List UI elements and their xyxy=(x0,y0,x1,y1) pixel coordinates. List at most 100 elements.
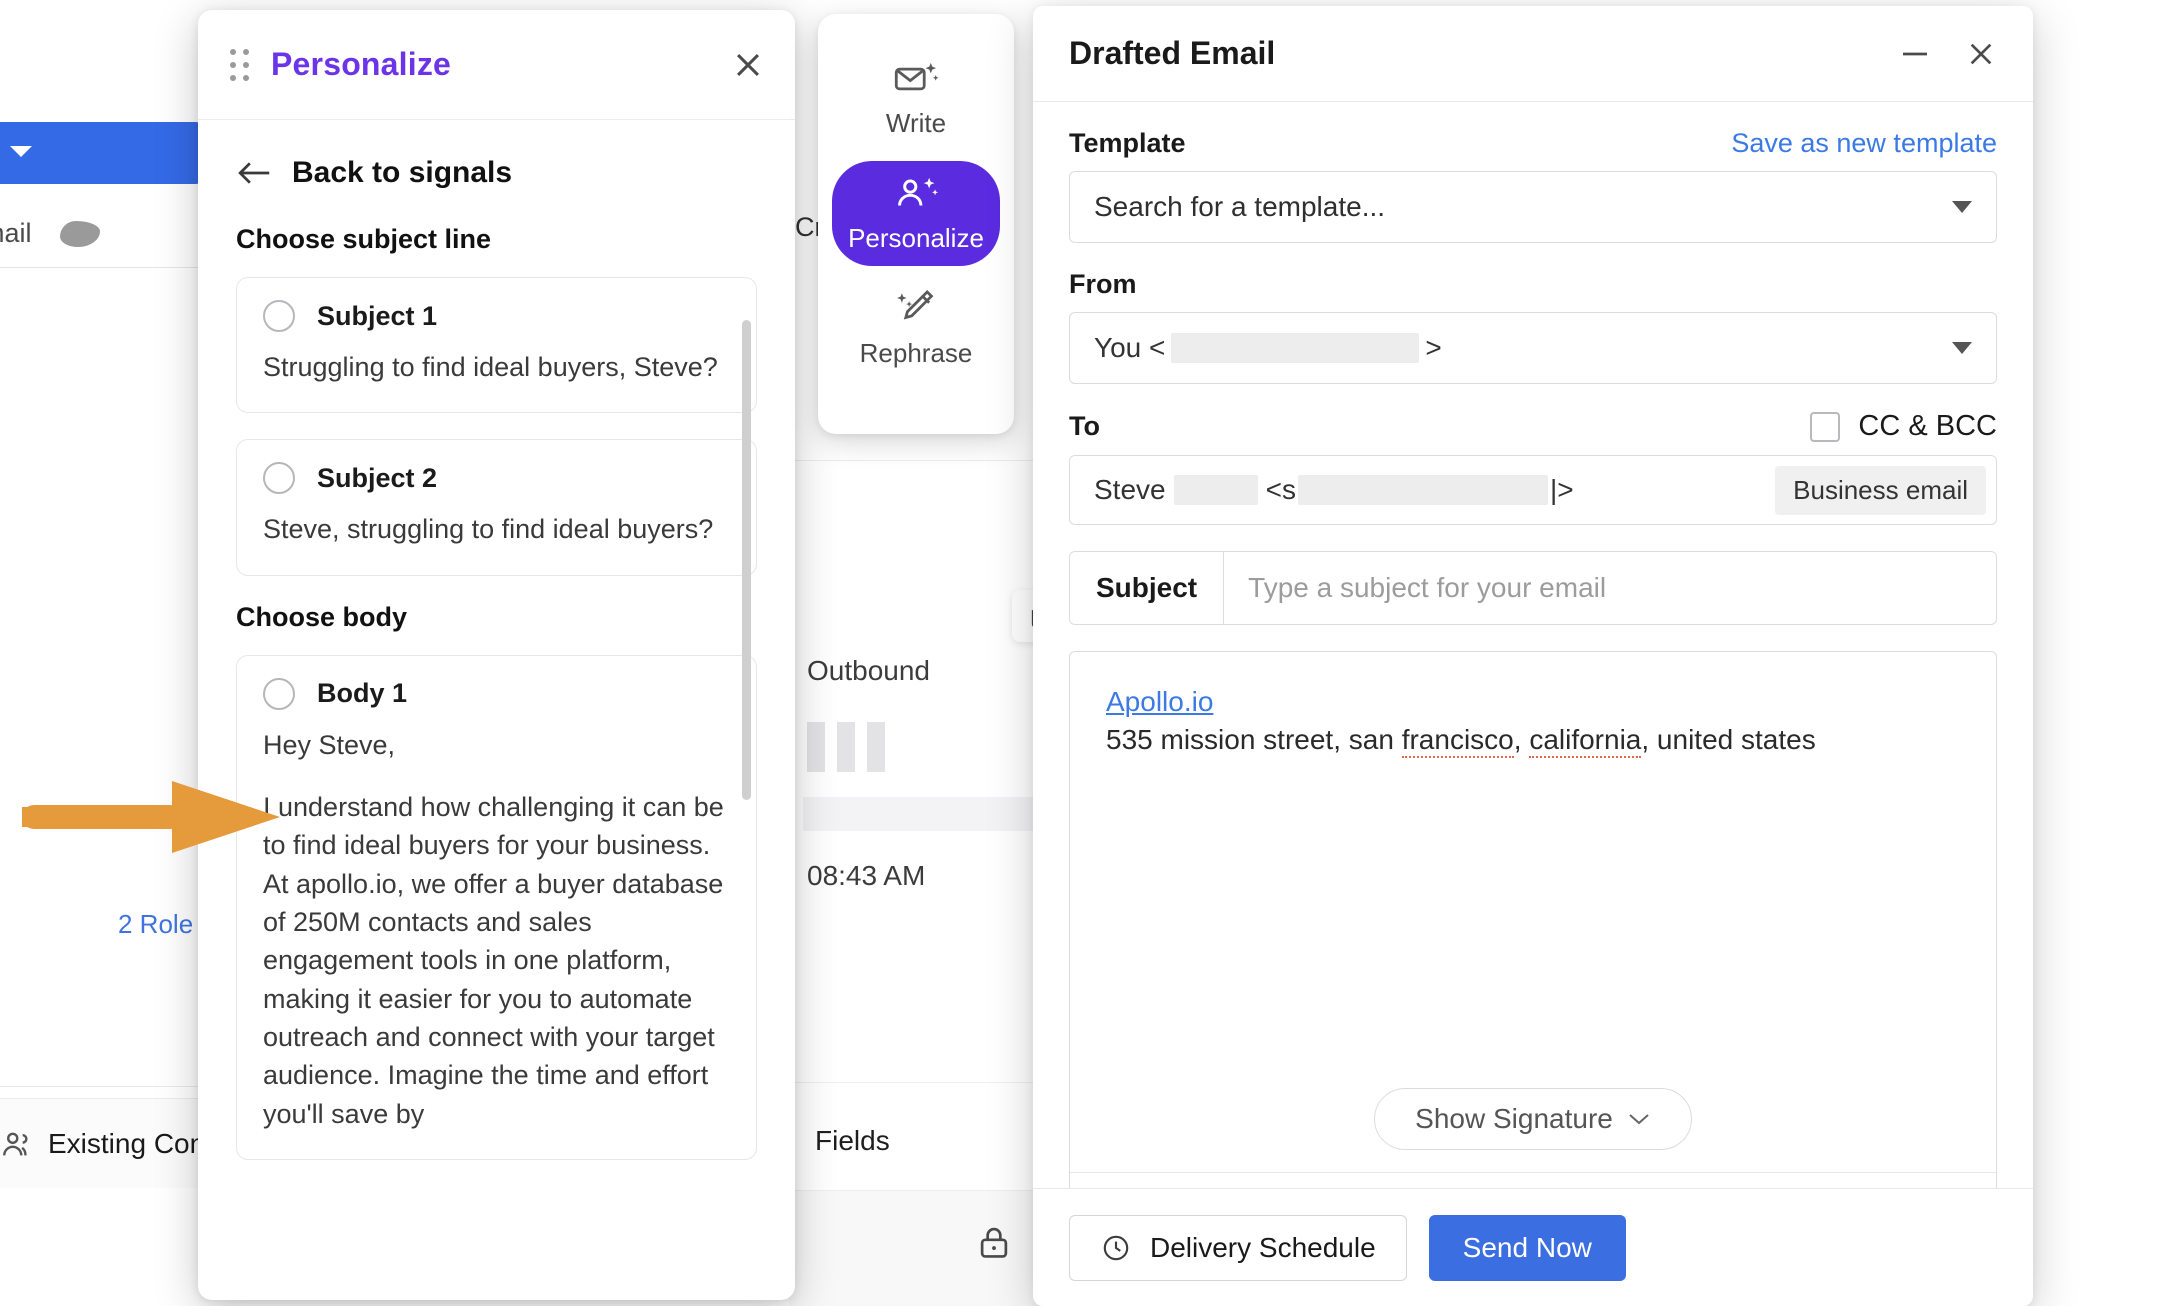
signature-address-part1: 535 mission street, san xyxy=(1106,724,1402,755)
to-email-open: <s xyxy=(1265,474,1296,505)
choose-subject-label: Choose subject line xyxy=(236,224,492,254)
to-recipient-name: Steve xyxy=(1094,474,1166,505)
drafted-email-header: Drafted Email xyxy=(1033,6,2033,102)
people-icon xyxy=(3,1132,28,1155)
minimize-icon[interactable] xyxy=(1899,45,1931,63)
signature-address: 535 mission street, san francisco, calif… xyxy=(1106,724,1960,758)
back-to-signals-button[interactable]: Back to signals xyxy=(236,156,757,190)
ai-rephrase-button[interactable]: Rephrase xyxy=(832,276,1000,381)
close-icon[interactable] xyxy=(1965,38,1997,70)
drag-handle-icon[interactable] xyxy=(230,48,249,81)
from-value-prefix: You < xyxy=(1094,332,1166,363)
email-editor-content[interactable]: Apollo.io 535 mission street, san franci… xyxy=(1070,652,1996,1088)
background-time-label: 08:43 AM xyxy=(807,860,926,891)
drafted-email-footer: Delivery Schedule Send Now xyxy=(1033,1188,2033,1306)
apollo-signature-link[interactable]: Apollo.io xyxy=(1106,686,1213,718)
background-primary-button[interactable] xyxy=(0,122,200,184)
background-mail-row: mail xyxy=(0,200,206,268)
chevron-down-icon xyxy=(1952,201,1972,213)
divider xyxy=(0,1086,220,1087)
signature-address-part3: , united states xyxy=(1641,724,1816,755)
clock-icon xyxy=(1103,1235,1129,1260)
cc-bcc-toggle[interactable]: CC & BCC xyxy=(1810,410,1997,443)
subject-option-header: Subject 2 xyxy=(263,462,730,495)
body-paragraph: I understand how challenging it can be t… xyxy=(263,791,724,1129)
from-label: From xyxy=(1069,269,1137,299)
to-label: To xyxy=(1069,411,1100,441)
show-signature-label: Show Signature xyxy=(1415,1103,1613,1134)
close-icon-glyph xyxy=(736,53,760,76)
subject-input[interactable]: Type a subject for your email xyxy=(1224,552,1996,624)
send-now-button[interactable]: Send Now xyxy=(1428,1214,1626,1281)
from-value-suffix: > xyxy=(1425,332,1442,363)
background-skeleton-bars xyxy=(807,722,885,772)
chevron-down-icon xyxy=(1629,1114,1649,1125)
redacted-to-email xyxy=(1297,475,1548,505)
ai-write-label: Write xyxy=(885,108,947,138)
radio-button[interactable] xyxy=(263,677,295,710)
mail-sparkle-icon xyxy=(894,62,939,91)
radio-button[interactable] xyxy=(263,300,295,332)
save-as-new-template-link[interactable]: Save as new template xyxy=(1731,128,1997,159)
scrollbar-thumb[interactable] xyxy=(742,320,751,800)
show-signature-button[interactable]: Show Signature xyxy=(1374,1088,1692,1150)
ai-personalize-button[interactable]: Personalize xyxy=(832,161,1000,266)
close-icon[interactable] xyxy=(731,48,765,82)
personalize-body: Back to signals Choose subject line Subj… xyxy=(198,120,795,1300)
background-fields-label: Fields xyxy=(815,1125,890,1156)
background-existing-contacts[interactable]: Existing Con xyxy=(0,1098,220,1188)
background-mail-label: mail xyxy=(0,218,32,248)
window-controls xyxy=(1899,38,1997,70)
show-signature-row: Show Signature xyxy=(1070,1088,1996,1172)
radio-button[interactable] xyxy=(263,462,295,495)
lock-icon xyxy=(980,1227,1008,1258)
ai-rephrase-label: Rephrase xyxy=(859,338,973,368)
subject-option-header: Subject 1 xyxy=(263,300,730,332)
subject-option-card[interactable]: Subject 1 Struggling to find ideal buyer… xyxy=(236,277,757,414)
ai-write-button[interactable]: Write xyxy=(832,46,1000,151)
to-field[interactable]: Steve <s |> Business email xyxy=(1069,455,1997,525)
delivery-schedule-button[interactable]: Delivery Schedule xyxy=(1069,1214,1407,1281)
subject-option-title: Subject 2 xyxy=(317,462,438,493)
body-option-card[interactable]: Body 1 Hey Steve, I understand how chall… xyxy=(236,654,757,1160)
drafted-email-panel: Drafted Email Template Save as new templ… xyxy=(1033,6,2033,1306)
orange-pointer-arrow xyxy=(22,781,280,853)
business-email-badge: Business email xyxy=(1775,465,1986,515)
body-option-header: Body 1 xyxy=(263,677,730,710)
personalize-title: Personalize xyxy=(271,46,452,82)
personalize-panel: Personalize Back to signals Choose subje… xyxy=(198,10,795,1300)
editor-toolbar xyxy=(1070,1172,1996,1188)
body-option-title: Body 1 xyxy=(317,678,408,709)
pencil-sparkle-icon xyxy=(897,289,934,320)
person-sparkle-icon xyxy=(898,177,939,206)
template-label: Template xyxy=(1069,128,1186,158)
caret-down-icon xyxy=(10,146,32,157)
subject-option-text: Steve, struggling to find ideal buyers? xyxy=(263,514,714,545)
subject-option-card[interactable]: Subject 2 Steve, struggling to find idea… xyxy=(236,439,757,576)
subject-field-row[interactable]: Subject Type a subject for your email xyxy=(1069,551,1997,625)
chevron-down-icon xyxy=(1952,342,1972,354)
ai-assistant-toolbar: Write Personalize Rephrase xyxy=(818,14,1014,434)
template-label-row: Template Save as new template xyxy=(1069,128,1997,159)
background-activity-card xyxy=(787,460,1047,832)
cc-bcc-checkbox[interactable] xyxy=(1810,411,1841,442)
to-label-row: To CC & BCC xyxy=(1069,410,1997,443)
personalize-header: Personalize xyxy=(198,10,795,120)
to-email-close: |> xyxy=(1549,474,1574,505)
redacted-email xyxy=(1171,333,1420,363)
template-select[interactable]: Search for a template... xyxy=(1069,171,1997,243)
email-editor: Apollo.io 535 mission street, san franci… xyxy=(1069,651,1997,1188)
signature-address-spell2: california xyxy=(1529,724,1642,758)
redacted-lastname xyxy=(1173,475,1258,505)
body-option-text: Hey Steve, I understand how challenging … xyxy=(263,726,730,1133)
from-select[interactable]: You < > xyxy=(1069,312,1997,384)
delivery-schedule-label: Delivery Schedule xyxy=(1150,1231,1376,1263)
cc-bcc-label: CC & BCC xyxy=(1858,410,1997,442)
background-existing-contacts-label: Existing Con xyxy=(48,1127,206,1159)
screen-root: mail 2 Role Existing Con Cr Outbound 08:… xyxy=(0,0,2164,1306)
background-skeleton-line xyxy=(803,797,1043,831)
choose-body-label: Choose body xyxy=(236,601,408,632)
drafted-email-title: Drafted Email xyxy=(1069,35,1276,71)
background-roles-link[interactable]: 2 Role xyxy=(118,909,193,940)
minimize-icon-glyph xyxy=(1903,52,1927,55)
